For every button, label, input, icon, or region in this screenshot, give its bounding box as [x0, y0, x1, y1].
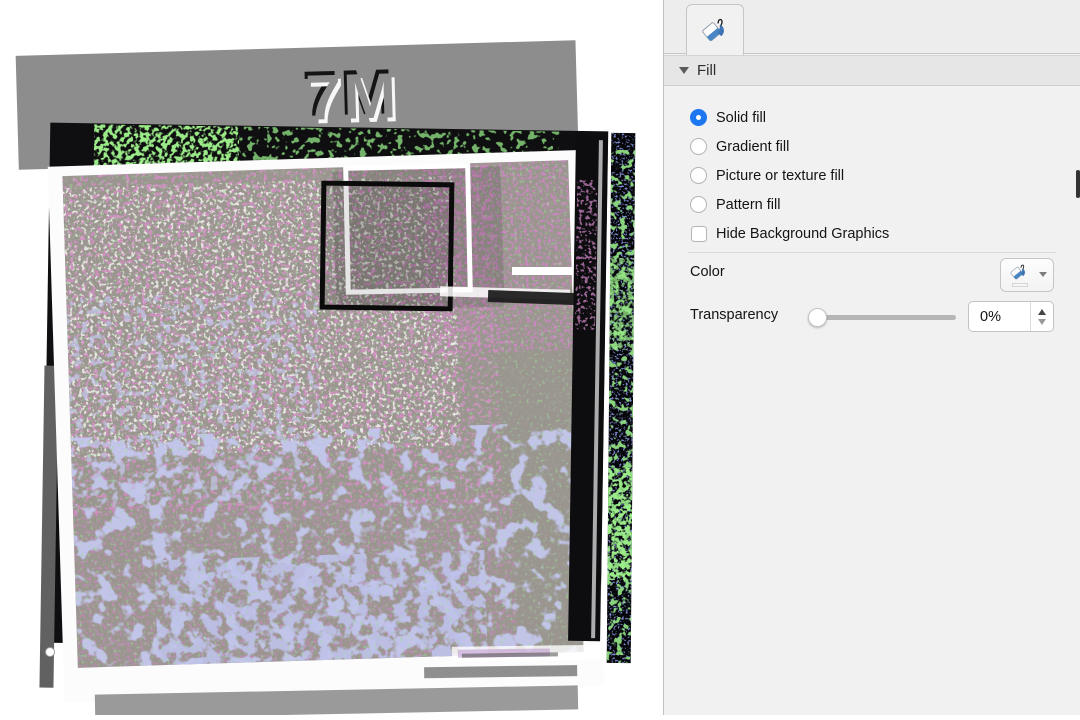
format-inspector-panel: Fill Solid fill Gradient fill Picture or… — [663, 0, 1080, 715]
hide-background-checkbox[interactable] — [691, 226, 707, 242]
chevron-down-icon — [1039, 272, 1047, 277]
channel-strip[interactable] — [607, 133, 636, 663]
paint-bucket-icon — [1009, 262, 1029, 282]
transparency-slider-thumb[interactable] — [808, 308, 827, 327]
radio-label: Solid fill — [716, 110, 766, 126]
scrollbar-mark[interactable] — [1076, 170, 1080, 198]
radio-label: Gradient fill — [716, 139, 789, 155]
zoom-region-black-box[interactable] — [322, 183, 452, 309]
tab-fill-inspector[interactable] — [686, 4, 744, 55]
transparency-label: Transparency — [690, 307, 778, 323]
radio-gradient-fill[interactable] — [690, 138, 707, 155]
current-color-swatch — [1012, 283, 1028, 287]
transparency-stepper[interactable] — [1030, 302, 1053, 331]
radio-pattern-fill[interactable] — [690, 196, 707, 213]
checkbox-label: Hide Background Graphics — [716, 226, 889, 242]
radio-label: Pattern fill — [716, 197, 780, 213]
fill-type-options: Solid fill Gradient fill Picture or text… — [690, 103, 1064, 248]
stepper-up-icon[interactable] — [1038, 309, 1046, 315]
slide-canvas[interactable]: 7M 7M 7M — [0, 0, 663, 715]
radio-label: Picture or texture fill — [716, 168, 844, 184]
fill-option-picture[interactable]: Picture or texture fill — [690, 161, 1064, 190]
slide-collage: 7M 7M 7M — [0, 0, 663, 715]
transparency-value: 0% — [969, 309, 1030, 325]
selection-handle[interactable] — [46, 648, 55, 657]
disclosure-triangle-icon[interactable] — [679, 67, 689, 74]
stepper-down-icon[interactable] — [1038, 319, 1046, 325]
fill-section-title: Fill — [697, 62, 716, 79]
fill-option-pattern[interactable]: Pattern fill — [690, 190, 1064, 219]
paint-bucket-icon — [700, 15, 730, 45]
radio-picture-fill[interactable] — [690, 167, 707, 184]
color-well-button[interactable] — [1000, 258, 1054, 292]
fill-option-gradient[interactable]: Gradient fill — [690, 132, 1064, 161]
radio-solid-fill[interactable] — [690, 109, 707, 126]
fill-section-header[interactable]: Fill — [664, 55, 1080, 86]
color-label: Color — [690, 264, 725, 280]
section-divider — [688, 252, 1056, 253]
image-label: 7M — [304, 59, 399, 134]
hide-background-option[interactable]: Hide Background Graphics — [690, 219, 1064, 248]
transparency-value-field[interactable]: 0% — [968, 301, 1054, 332]
fill-option-solid[interactable]: Solid fill — [690, 103, 1064, 132]
transparency-slider[interactable] — [810, 315, 956, 320]
